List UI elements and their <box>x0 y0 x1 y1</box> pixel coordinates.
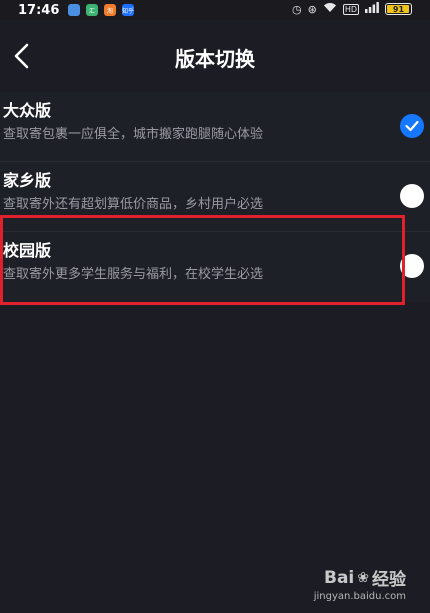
version-title: 大众版 <box>3 101 52 120</box>
app-green-icon: 汇 <box>86 4 98 16</box>
radio-checked[interactable] <box>400 114 424 138</box>
version-list: 大众版 查取寄包裹一应俱全，城市搬家跑腿随心体验 家乡版 查取寄外还有超划算低价… <box>0 92 430 302</box>
check-icon <box>405 120 419 132</box>
baidu-paw-icon: ❀ <box>357 569 369 586</box>
zhihu-icon: 知乎 <box>122 4 134 16</box>
status-bar: 17:46 汇 淘 知乎 ◷ ⊛ HD 91 <box>0 0 430 20</box>
app-blue-icon <box>68 4 80 16</box>
version-description: 查取寄包裹一应俱全，城市搬家跑腿随心体验 <box>3 127 264 142</box>
hd-icon: HD <box>342 3 359 15</box>
page-title: 版本切换 <box>175 47 255 71</box>
watermark-url: jingyan.baidu.com <box>313 591 406 602</box>
alarm-icon: ◷ <box>291 2 302 16</box>
version-option-campus[interactable]: 校园版 查取寄外更多学生服务与福利，在校学生必选 <box>0 232 430 302</box>
wifi-icon <box>323 2 337 16</box>
watermark-logo-text-a: Bai <box>324 567 355 588</box>
radio-unchecked[interactable] <box>400 254 424 278</box>
version-option-hometown[interactable]: 家乡版 查取寄外还有超划算低价商品，乡村用户必选 <box>0 162 430 232</box>
version-option-mass[interactable]: 大众版 查取寄包裹一应俱全，城市搬家跑腿随心体验 <box>0 92 430 162</box>
baidu-jingyan-watermark: Bai ❀ 经验 jingyan.baidu.com <box>313 565 406 603</box>
watermark-logo-text-b: 经验 <box>372 570 406 590</box>
status-time: 17:46 <box>18 2 60 18</box>
nav-bar: 版本切换 <box>0 20 430 92</box>
version-description: 查取寄外更多学生服务与福利，在校学生必选 <box>3 267 264 282</box>
battery-icon: 91 <box>385 3 412 15</box>
battery-level: 91 <box>392 4 405 14</box>
radio-unchecked[interactable] <box>400 184 424 208</box>
version-title: 家乡版 <box>3 171 52 190</box>
version-description: 查取寄外还有超划算低价商品，乡村用户必选 <box>3 197 264 212</box>
watermark-logo: Bai ❀ 经验 <box>324 565 406 591</box>
status-indicators: ◷ ⊛ HD 91 <box>292 2 412 16</box>
app-orange-icon: 淘 <box>104 4 116 16</box>
version-title: 校园版 <box>3 241 52 260</box>
signal-icon <box>365 2 379 16</box>
nfc-icon: ⊛ <box>307 2 317 16</box>
